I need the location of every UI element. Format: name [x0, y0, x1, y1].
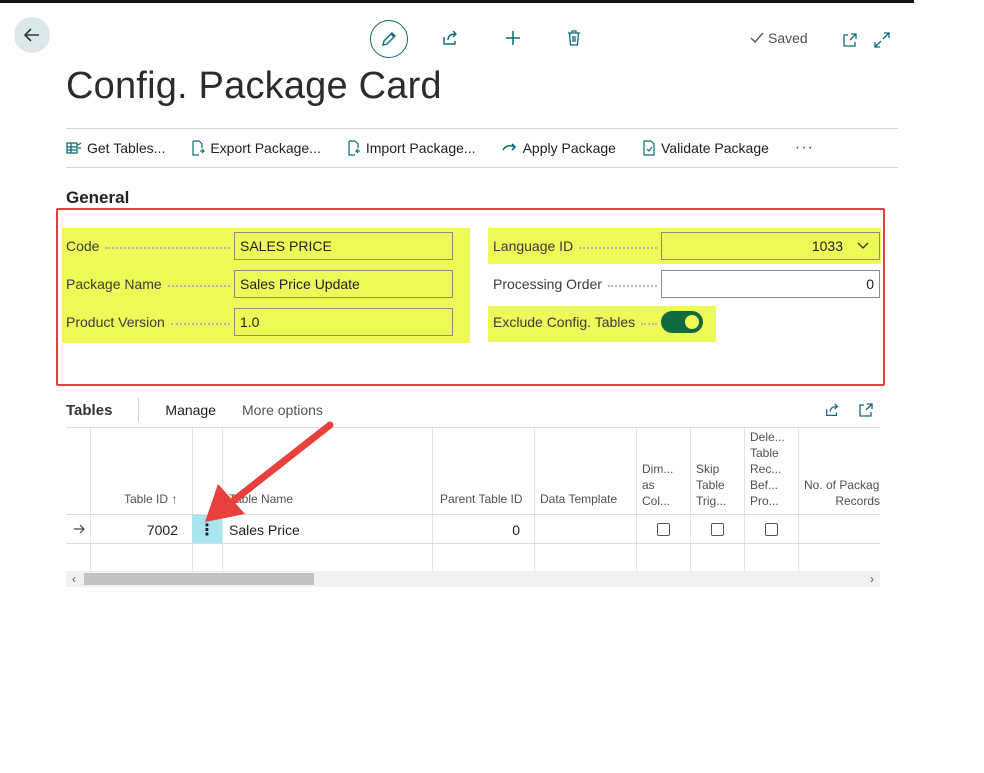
validate-package-action[interactable]: Validate Package	[642, 140, 769, 156]
toggle-knob	[685, 315, 699, 329]
apply-package-label: Apply Package	[522, 140, 616, 156]
config-package-card-page: Saved Config. Package Card Get Tables...…	[0, 3, 940, 723]
package-name-input[interactable]	[234, 270, 453, 298]
page-title: Config. Package Card	[66, 65, 442, 107]
plus-icon	[506, 31, 520, 45]
exclude-config-tables-toggle[interactable]	[661, 311, 703, 333]
horizontal-scrollbar[interactable]: ‹ ›	[66, 571, 880, 587]
row-parent-table-id[interactable]: 0	[512, 522, 520, 538]
row-delete-table-records-checkbox[interactable]	[765, 523, 778, 536]
export-package-action[interactable]: Export Package...	[191, 140, 321, 156]
share-icon[interactable]	[824, 402, 840, 418]
more-options-menu[interactable]: More options	[242, 402, 323, 418]
row-dim-as-col-checkbox[interactable]	[657, 523, 670, 536]
get-tables-label: Get Tables...	[87, 140, 166, 156]
new-button[interactable]	[496, 21, 530, 55]
edit-button[interactable]	[370, 20, 408, 58]
open-in-new-window-button[interactable]	[833, 23, 867, 57]
action-bar: Get Tables... Export Package... Import P…	[66, 128, 898, 168]
apply-package-action[interactable]: Apply Package	[501, 140, 616, 156]
export-doc-icon	[192, 140, 206, 156]
language-id-select[interactable]: 1033	[661, 232, 880, 260]
edit-pencil-icon	[382, 32, 396, 46]
checkmark-icon	[750, 32, 764, 44]
row-actions-button[interactable]: ⋮	[192, 515, 222, 544]
import-doc-icon	[348, 140, 360, 156]
processing-order-input[interactable]	[661, 270, 880, 298]
scroll-right-arrow[interactable]: ›	[864, 571, 880, 587]
code-input[interactable]	[234, 232, 453, 260]
saved-label: Saved	[768, 30, 808, 46]
col-dim-as-col[interactable]: Dim... as Col...	[642, 461, 673, 509]
code-label: Code	[66, 238, 234, 254]
tables-title: Tables	[66, 401, 113, 419]
language-id-value: 1033	[811, 238, 843, 254]
tables-divider	[138, 398, 140, 422]
trash-icon	[568, 30, 580, 46]
back-arrow-icon	[23, 28, 39, 42]
open-new-window-icon[interactable]	[858, 402, 874, 418]
general-section-title: General	[66, 188, 130, 207]
row-skip-table-trig-checkbox[interactable]	[711, 523, 724, 536]
tables-grid: Table ID ↑ Table Name Parent Table ID Da…	[66, 427, 880, 571]
col-delete-table-records[interactable]: Dele... Table Rec... Bef... Pro...	[750, 429, 785, 509]
exclude-config-tables-label: Exclude Config. Tables	[493, 314, 661, 330]
scroll-left-arrow[interactable]: ‹	[66, 571, 82, 587]
tables-header: Tables Manage More options	[66, 398, 880, 422]
chevron-down-icon	[857, 242, 869, 249]
more-actions-ellipsis[interactable]: ···	[795, 139, 814, 157]
import-package-action[interactable]: Import Package...	[347, 140, 476, 156]
validate-doc-icon	[643, 140, 655, 156]
get-tables-action[interactable]: Get Tables...	[66, 140, 165, 156]
torn-edge-right	[914, 0, 984, 773]
torn-edge-bottom	[0, 713, 984, 773]
manage-menu[interactable]: Manage	[165, 402, 216, 418]
share-icon	[443, 30, 457, 45]
get-tables-icon	[66, 142, 82, 154]
share-button[interactable]	[433, 21, 467, 55]
col-parent-table-id[interactable]: Parent Table ID	[440, 491, 523, 507]
table-row[interactable]: 7002 ⋮ Sales Price 0	[66, 514, 880, 544]
expand-icon	[874, 32, 890, 48]
saved-status: Saved	[750, 30, 808, 46]
col-no-of-package-records[interactable]: No. of Package Records	[804, 477, 880, 509]
scrollbar-thumb[interactable]	[84, 573, 314, 585]
table-row-empty[interactable]	[66, 543, 880, 572]
processing-order-label: Processing Order	[493, 276, 661, 292]
delete-button[interactable]	[557, 21, 591, 55]
language-id-label: Language ID	[493, 238, 661, 254]
col-data-template[interactable]: Data Template	[540, 491, 617, 507]
export-package-label: Export Package...	[210, 140, 321, 156]
product-version-input[interactable]	[234, 308, 453, 336]
row-table-name[interactable]: Sales Price	[229, 522, 300, 538]
col-table-id[interactable]: Table ID ↑	[124, 491, 177, 507]
open-new-window-icon	[843, 33, 857, 47]
apply-arrow-icon	[501, 143, 516, 151]
package-name-label: Package Name	[66, 276, 234, 292]
col-table-name[interactable]: Table Name	[229, 491, 293, 507]
expand-button[interactable]	[865, 23, 899, 57]
back-button[interactable]	[14, 17, 50, 53]
import-package-label: Import Package...	[365, 140, 476, 156]
col-skip-table-trig[interactable]: Skip Table Trig...	[696, 461, 726, 509]
row-selector-arrow-icon	[74, 524, 85, 534]
validate-package-label: Validate Package	[660, 140, 769, 156]
row-table-id[interactable]: 7002	[147, 522, 178, 538]
product-version-label: Product Version	[66, 314, 234, 330]
